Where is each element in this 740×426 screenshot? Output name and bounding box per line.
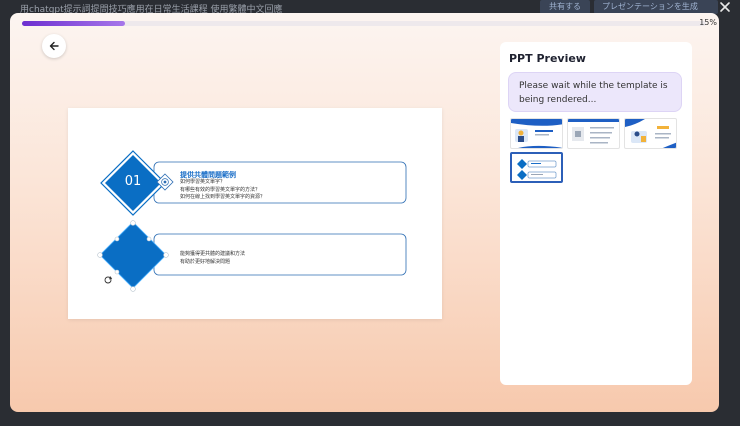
generation-modal: 15% 01 提供共體問題範例 如何學習英文單字？ 有哪些有效的學習英文單字的方… [10, 13, 719, 412]
share-button[interactable]: 共有する [540, 0, 590, 14]
item1-line: 如何在線上找到學習英文單字的資源？ [180, 194, 266, 201]
close-icon[interactable] [716, 0, 734, 14]
item1-line: 如何學習英文單字？ [180, 179, 226, 185]
arrow-left-icon [48, 37, 60, 56]
slide-canvas[interactable]: 01 提供共體問題範例 如何學習英文單字？ 有哪些有效的學習英文單字的方法？ 如… [68, 108, 442, 319]
generate-presentation-button[interactable]: プレゼンテーションを生成 [594, 0, 718, 14]
render-status-message: Please wait while the template is being … [508, 72, 682, 112]
item2-diamond [97, 220, 169, 292]
progress-label: 15% [699, 18, 717, 27]
item2-line: 有助於更好地解決問題 [180, 258, 231, 265]
item1-number: 01 [124, 174, 142, 189]
slide-thumbnail-3[interactable] [624, 118, 677, 149]
rotate-handle-icon [104, 276, 113, 284]
slide-thumbnail-1[interactable] [510, 118, 563, 149]
item2-line: 能夠獲得更共體的建議和方法 [180, 251, 246, 257]
progress-bar [22, 21, 706, 26]
ppt-preview-panel: PPT Preview Please wait while the templa… [500, 42, 692, 385]
item2-body: 能夠獲得更共體的建議和方法 有助於更好地解決問題 [180, 251, 245, 266]
slide-thumbnail-4[interactable] [510, 152, 563, 183]
slide-thumbnail-2[interactable] [567, 118, 620, 149]
back-button[interactable] [42, 34, 66, 58]
item1-body: 如何學習英文單字？ 有哪些有效的學習英文單字的方法？ 如何在線上找到學習英文單字… [180, 179, 265, 202]
progress-fill [22, 21, 125, 26]
preview-title: PPT Preview [509, 52, 586, 65]
